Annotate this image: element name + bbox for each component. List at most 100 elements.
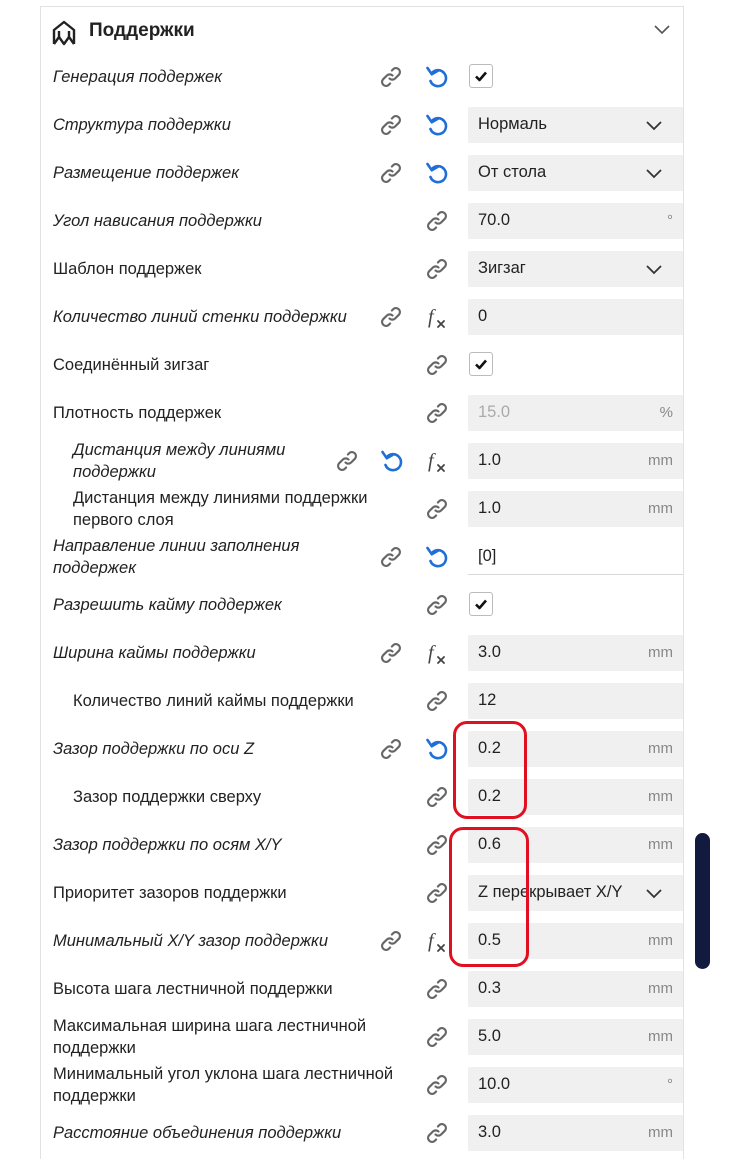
reset-icon[interactable] [423,63,451,91]
link-icon[interactable] [377,639,405,667]
formula-icon[interactable]: f [423,447,451,475]
setting-select[interactable]: Нормаль [468,107,683,143]
link-icon[interactable] [423,255,451,283]
link-icon[interactable] [377,63,405,91]
link-icon[interactable] [377,159,405,187]
link-icon[interactable] [423,1023,451,1051]
link-icon[interactable] [423,207,451,235]
reset-icon[interactable] [423,735,451,763]
setting-label: Разрешить кайму поддержек [53,596,282,614]
link-icon[interactable] [423,831,451,859]
field-unit: mm [648,1124,673,1141]
setting-row: Зазор поддержки сверху 0.2 mm [41,773,683,821]
field-unit: mm [648,980,673,997]
link-icon[interactable] [377,735,405,763]
setting-label: Минимальный X/Y зазор поддержки [53,932,329,950]
setting-input[interactable]: 15.0% [468,395,683,431]
link-icon[interactable] [333,447,361,475]
setting-label: Высота шага лестничной поддержки [53,980,333,998]
reset-icon[interactable] [423,111,451,139]
setting-input[interactable]: 0 [468,299,683,335]
setting-label: Размещение поддержек [53,164,240,182]
chevron-down-icon[interactable] [645,119,663,131]
setting-row: Шаблон поддержек Зигзаг [41,245,683,293]
link-icon[interactable] [423,1071,451,1099]
field-unit: mm [648,1028,673,1045]
field-value: 3.0 [478,1123,501,1141]
setting-label: Количество линий стенки поддержки [53,308,347,326]
link-icon[interactable] [377,543,405,571]
setting-label: Зазор поддержки по оси Z [53,740,255,758]
reset-icon[interactable] [423,543,451,571]
field-value: 0.3 [478,979,501,997]
field-unit: mm [648,836,673,853]
field-value: 5.0 [478,1027,501,1045]
link-icon[interactable] [423,399,451,427]
chevron-down-icon[interactable] [645,887,663,899]
field-value: 10.0 [478,1075,511,1093]
setting-input[interactable]: 12 [468,683,683,719]
setting-row: Количество линий каймы поддержки 12 [41,677,683,725]
setting-label: Направление линии заполнения поддержек [53,537,300,577]
link-icon[interactable] [423,975,451,1003]
setting-checkbox[interactable] [469,592,493,616]
setting-select[interactable]: Зигзаг [468,251,683,287]
formula-icon[interactable]: f [423,639,451,667]
setting-input[interactable]: 10.0 ° [468,1067,683,1103]
chevron-down-icon[interactable] [653,23,671,37]
field-value: 70.0 [478,211,511,229]
section-header[interactable]: Поддержки [41,7,683,59]
vertical-scrollbar[interactable] [695,833,710,969]
link-icon[interactable] [423,1119,451,1147]
setting-row: Максимальная ширина шага лестничной подд… [41,1013,683,1061]
setting-input[interactable]: 0.3 mm [468,971,683,1007]
reset-icon[interactable] [423,159,451,187]
setting-label: Зазор поддержки сверху [73,788,262,806]
chevron-down-icon[interactable] [645,167,663,179]
reset-icon[interactable] [378,447,406,475]
chevron-down-icon[interactable] [645,263,663,275]
svg-text:f: f [428,450,436,472]
link-icon[interactable] [377,927,405,955]
link-icon[interactable] [423,351,451,379]
field-unit: ° [667,212,673,229]
field-value: [0] [478,547,497,565]
setting-input[interactable]: 70.0 ° [468,203,683,239]
link-icon[interactable] [423,783,451,811]
setting-row: Приоритет зазоров поддержки Z перекрывает… [41,869,683,917]
setting-input[interactable]: 3.0 mm [468,635,683,671]
setting-label: Угол нависания поддержки [53,212,262,230]
setting-input[interactable]: 1.0 mm [468,491,683,527]
setting-row: Высота шага лестничной поддержки 0.3 mm [41,965,683,1013]
link-icon[interactable] [377,111,405,139]
link-icon[interactable] [377,303,405,331]
link-icon[interactable] [423,879,451,907]
field-value: 3.0 [478,643,501,661]
formula-icon[interactable]: f [423,303,451,331]
setting-input[interactable]: [0] [468,539,683,575]
setting-row: Генерация поддержек [41,53,683,101]
field-unit: mm [648,452,673,469]
setting-label: Ширина каймы поддержки [53,644,256,662]
setting-input[interactable]: 1.0 mm [468,443,683,479]
setting-label: Дистанция между линиями поддержки первог… [73,489,368,529]
setting-input[interactable]: 5.0 mm [468,1019,683,1055]
setting-label: Дистанция между линиями поддержки [73,441,286,481]
setting-input[interactable]: 3.0 mm [468,1115,683,1151]
field-value: 12 [478,691,497,709]
formula-icon[interactable]: f [423,927,451,955]
setting-row: Расстояние объединения поддержки 3.0 mm [41,1109,683,1157]
svg-text:f: f [428,642,436,664]
setting-select[interactable]: От стола [468,155,683,191]
setting-label: Минимальный угол уклона шага лестничной … [53,1065,394,1105]
setting-checkbox[interactable] [469,352,493,376]
link-icon[interactable] [423,687,451,715]
setting-checkbox[interactable] [469,64,493,88]
link-icon[interactable] [423,591,451,619]
svg-text:f: f [428,306,436,328]
field-unit: % [659,404,673,421]
setting-row: Угол нависания поддержки 70.0 ° [41,197,683,245]
setting-row: Плотность поддержек 15.0% [41,389,683,437]
link-icon[interactable] [423,495,451,523]
section-title: Поддержки [89,20,195,41]
